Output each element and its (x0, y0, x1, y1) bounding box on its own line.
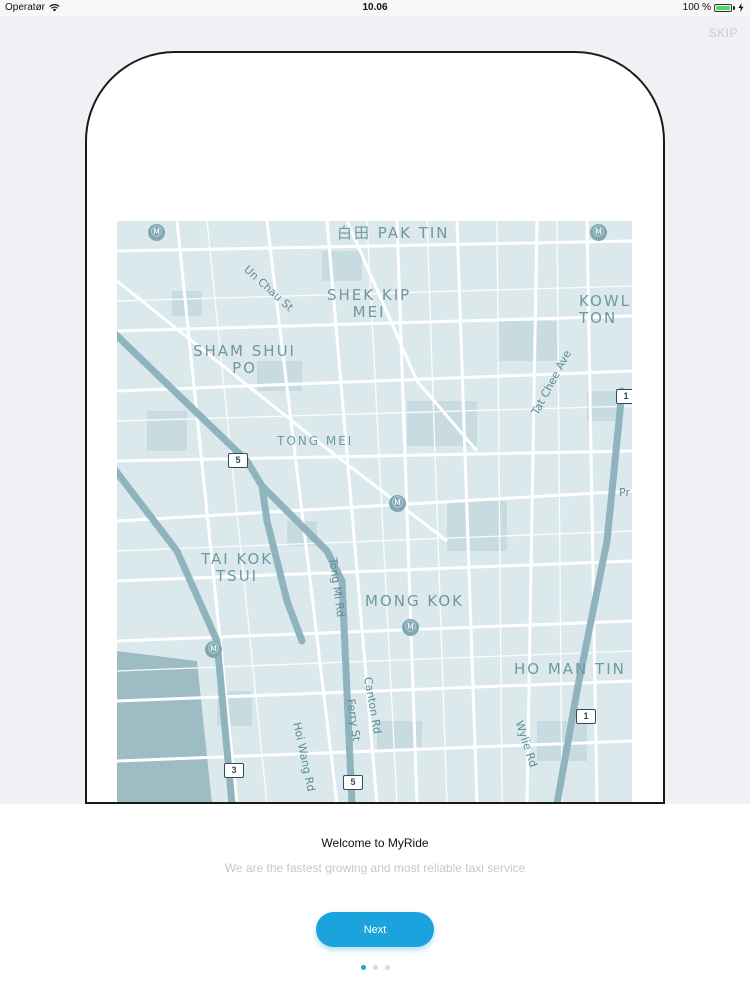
route-shield: 1 (616, 389, 632, 404)
route-shield: 1 (576, 709, 596, 724)
charging-bolt-icon (738, 3, 744, 12)
page-indicator (0, 965, 750, 970)
map-view: Ⓜ Ⓜ Ⓜ Ⓜ Ⓜ 白田 PAK TIN SHEK KIP MEI SHAM S… (117, 221, 632, 804)
page-dot[interactable] (372, 965, 378, 970)
onboarding-illustration-area: SKIP Ⓜ Ⓜ Ⓜ Ⓜ Ⓜ 白田 PAK TIN SHEK KIP MEI S… (0, 16, 750, 804)
status-right: 100 % (683, 2, 744, 13)
route-shield: 5 (343, 775, 363, 790)
district-label-sham-shui-po: SHAM SHUI PO (193, 342, 296, 378)
status-bar: Operatør 10.06 100 % (0, 0, 750, 16)
route-shield: 5 (228, 453, 248, 468)
page-dot[interactable] (384, 965, 390, 970)
battery-percent: 100 % (682, 2, 711, 13)
district-label-pak-tin: 白田 PAK TIN (337, 224, 450, 242)
district-label-kowloon-tong: KOWL TON (579, 292, 632, 328)
district-label-tai-kok-tsui: TAI KOK TSUI (201, 550, 274, 586)
district-label-ho-man-tin: HO MAN TIN (514, 660, 626, 678)
welcome-title: Welcome to MyRide (321, 836, 429, 850)
device-frame-bottom-edge (85, 802, 665, 804)
mtr-station-icon: Ⓜ (402, 619, 419, 636)
welcome-subtitle: We are the fastest growing and most reli… (224, 861, 526, 875)
district-label-mong-kok: MONG KOK (365, 592, 465, 610)
battery-icon (714, 3, 732, 12)
street-label: Pr (619, 486, 630, 499)
next-button[interactable]: Next (316, 912, 434, 947)
mtr-station-icon: Ⓜ (590, 224, 607, 241)
battery-tip (733, 5, 735, 10)
district-label-tong-mei: TONG MEI (277, 434, 354, 448)
mtr-station-icon: Ⓜ (389, 495, 406, 512)
skip-button[interactable]: SKIP (709, 26, 738, 40)
mtr-station-icon: Ⓜ (148, 224, 165, 241)
status-time: 10.06 (362, 2, 388, 13)
route-shield: 3 (224, 763, 244, 778)
page-dot[interactable] (360, 965, 366, 970)
district-label-shek-kip-mei: SHEK KIP MEI (327, 286, 412, 322)
mtr-station-icon: Ⓜ (205, 641, 222, 658)
